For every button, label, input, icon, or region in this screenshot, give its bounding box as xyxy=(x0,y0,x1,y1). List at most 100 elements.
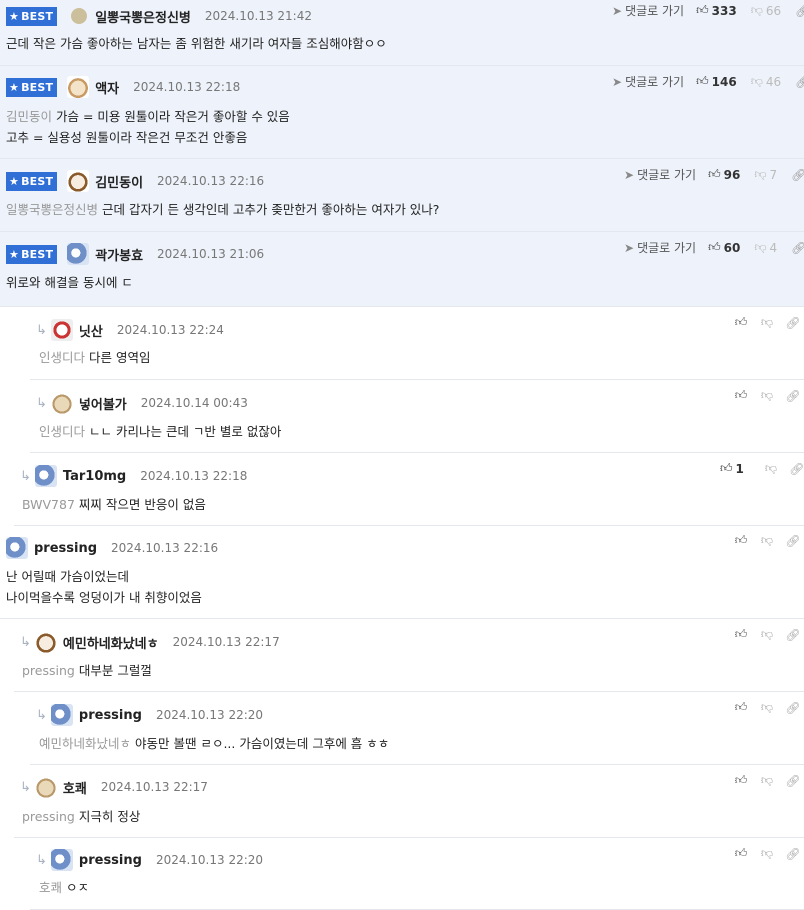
like-icon[interactable]: 👍︎ xyxy=(708,240,721,255)
best-badge: ★ BEST xyxy=(6,244,58,264)
link-icon[interactable]: 🔗︎ xyxy=(780,847,804,861)
link-icon[interactable]: 🔗︎ xyxy=(784,462,804,476)
dislike-icon[interactable]: 👎︎ xyxy=(754,315,780,330)
mention-link[interactable]: pressing xyxy=(22,809,75,824)
mention-link[interactable]: pressing xyxy=(22,663,75,678)
author-nickname[interactable]: 곽가봉효 xyxy=(95,245,143,264)
link-icon[interactable]: 🔗︎ xyxy=(780,389,804,403)
send-icon: ➤ xyxy=(612,4,623,18)
comment-date: 2024.10.13 21:42 xyxy=(204,9,312,23)
comment-date: 2024.10.13 21:06 xyxy=(157,247,265,261)
comment-date: 2024.10.13 22:18 xyxy=(133,80,241,94)
comment-body: 지극히 정상 xyxy=(78,809,141,824)
goto-comment-link[interactable]: ➤ 댓글로 가기 xyxy=(624,166,696,183)
dog-avatar[interactable] xyxy=(67,170,90,192)
link-icon[interactable]: 🔗︎ xyxy=(780,701,804,715)
goto-comment-link[interactable]: ➤ 댓글로 가기 xyxy=(624,239,696,256)
mention-link[interactable]: 인생디다 xyxy=(39,424,85,439)
comment-item: ↳ pressing 2024.10.13 22:20 호쾌 ㅇㅈ 👍︎ 👎︎ 🔗︎ xyxy=(30,838,804,910)
like-count: 1 xyxy=(735,461,744,476)
author-nickname[interactable]: 예민하네화났네ㅎ xyxy=(63,633,159,652)
goto-comment-link[interactable]: ➤ 댓글로 가기 xyxy=(612,2,684,19)
author-nickname[interactable]: 닛산 xyxy=(79,321,103,340)
dislike-icon[interactable]: 👎︎ xyxy=(754,167,766,182)
like-icon[interactable]: 👍︎ xyxy=(728,700,754,715)
comment-item: ★ BEST 김민동이 2024.10.13 22:16 일뽕국뽕은정신병 근데 갑자기 … xyxy=(0,159,804,232)
best-badge: ★ BEST xyxy=(6,171,58,191)
comment-body: 야동만 볼땐 ㄹㅇ... 가슴이였는데 그후에 흠 ㅎㅎ xyxy=(135,736,390,751)
mention-link[interactable]: 예민하네화났네ㅎ xyxy=(39,736,131,751)
dislike-icon[interactable]: 👎︎ xyxy=(758,461,784,476)
like-icon[interactable]: 👍︎ xyxy=(728,773,754,788)
comment-body: ㄴㄴ 카리나는 큰데 ㄱ반 별로 없잖아 xyxy=(89,424,282,439)
author-nickname[interactable]: pressing xyxy=(79,853,142,868)
dislike-icon[interactable]: 👎︎ xyxy=(754,388,780,403)
author-nickname[interactable]: 액자 xyxy=(95,78,119,97)
link-icon[interactable]: 🔗︎ xyxy=(780,534,804,548)
like-count: 333 xyxy=(711,3,737,18)
dislike-icon[interactable]: 👎︎ xyxy=(754,533,780,548)
author-nickname[interactable]: Tar10mg xyxy=(63,469,126,484)
author-nickname[interactable]: pressing xyxy=(34,541,97,556)
like-icon[interactable]: 👍︎ xyxy=(720,461,733,476)
comment-item: ↳ 넣어볼가 2024.10.14 00:43 인생디다 ㄴㄴ 카리나는 큰데 ㄱ반 별… xyxy=(30,380,804,453)
link-icon[interactable]: 🔗︎ xyxy=(780,774,804,788)
owl-avatar[interactable] xyxy=(34,465,57,487)
face-avatar[interactable] xyxy=(50,319,73,341)
link-icon[interactable]: 🔗︎ xyxy=(791,241,804,255)
link-icon[interactable]: 🔗︎ xyxy=(780,316,804,330)
author-nickname[interactable]: 일뽕국뽕은정신병 xyxy=(95,7,191,26)
goto-comment-link[interactable]: ➤ 댓글로 가기 xyxy=(612,73,684,90)
like-icon[interactable]: 👍︎ xyxy=(696,74,709,89)
author-nickname[interactable]: pressing xyxy=(79,708,142,723)
comment-text: 난 어릴때 가슴이었는데 xyxy=(6,566,129,587)
mention-link[interactable]: 호쾌 xyxy=(39,880,62,895)
author-nickname[interactable]: 호쾌 xyxy=(63,778,87,797)
like-icon[interactable]: 👍︎ xyxy=(728,627,754,642)
comment-body: 근데 갑자기 든 생각인데 고추가 좆만한거 좋아하는 여자가 있나? xyxy=(102,202,440,217)
bear-avatar[interactable] xyxy=(34,776,57,798)
default-avatar[interactable] xyxy=(71,8,88,24)
comment-text: 호쾌 ㅇㅈ xyxy=(39,877,89,898)
comment-actions: 👍︎ 👎︎ 🔗︎ xyxy=(728,773,804,788)
author-nickname[interactable]: 김민동이 xyxy=(95,172,143,191)
like-icon[interactable]: 👍︎ xyxy=(696,3,709,18)
dislike-icon[interactable]: 👎︎ xyxy=(754,846,780,861)
dislike-icon[interactable]: 👎︎ xyxy=(754,240,766,255)
comment-header: ★ BEST 액자 2024.10.13 22:18 xyxy=(6,76,240,98)
mention-link[interactable]: 김민동이 xyxy=(6,109,52,124)
mention-link[interactable]: 일뽕국뽕은정신병 xyxy=(6,202,98,217)
dislike-count: 66 xyxy=(765,3,782,18)
link-icon[interactable]: 🔗︎ xyxy=(791,168,804,182)
comment-date: 2024.10.14 00:43 xyxy=(140,396,248,410)
owl-avatar[interactable] xyxy=(50,849,73,871)
dog-avatar[interactable] xyxy=(67,76,90,98)
comment-text: 나이먹을수록 엉덩이가 내 취향이었음 xyxy=(6,587,202,608)
dislike-icon[interactable]: 👎︎ xyxy=(754,700,780,715)
author-nickname[interactable]: 넣어볼가 xyxy=(79,394,127,413)
like-icon[interactable]: 👍︎ xyxy=(708,167,721,182)
dislike-icon[interactable]: 👎︎ xyxy=(751,3,763,18)
like-icon[interactable]: 👍︎ xyxy=(728,315,754,330)
bear-avatar[interactable] xyxy=(50,392,73,414)
like-icon[interactable]: 👍︎ xyxy=(728,846,754,861)
comment-text: pressing 지극히 정상 xyxy=(22,806,140,827)
reply-arrow-icon: ↳ xyxy=(20,468,31,484)
link-icon[interactable]: 🔗︎ xyxy=(795,4,804,18)
owl-avatar[interactable] xyxy=(67,243,90,265)
dog-avatar[interactable] xyxy=(34,631,57,653)
comment-header: ↳ Tar10mg 2024.10.13 22:18 xyxy=(20,465,247,487)
link-icon[interactable]: 🔗︎ xyxy=(795,75,804,89)
dislike-icon[interactable]: 👎︎ xyxy=(751,74,763,89)
comment-text: 고추 = 실용성 원툴이라 작은건 무조건 안좋음 xyxy=(6,127,247,148)
reply-arrow-icon: ↳ xyxy=(36,395,47,411)
mention-link[interactable]: BWV787 xyxy=(22,497,75,512)
link-icon[interactable]: 🔗︎ xyxy=(780,628,804,642)
mention-link[interactable]: 인생디다 xyxy=(39,350,85,365)
owl-avatar[interactable] xyxy=(50,704,73,726)
like-icon[interactable]: 👍︎ xyxy=(728,533,754,548)
dislike-icon[interactable]: 👎︎ xyxy=(754,627,780,642)
dislike-icon[interactable]: 👎︎ xyxy=(754,773,780,788)
like-icon[interactable]: 👍︎ xyxy=(728,388,754,403)
owl-avatar[interactable] xyxy=(6,537,28,559)
